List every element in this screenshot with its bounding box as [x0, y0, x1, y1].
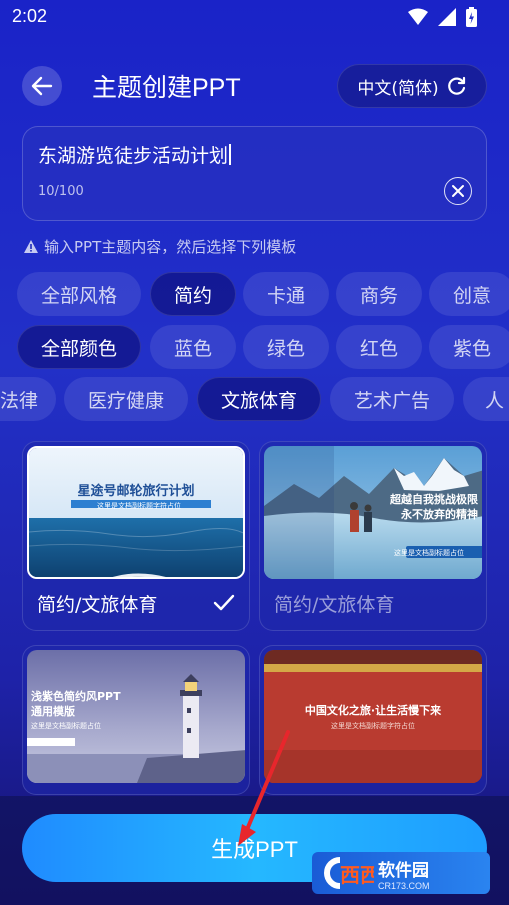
hint-text: 输入PPT主题内容，然后选择下列模板 — [44, 238, 297, 256]
clear-input-button[interactable] — [444, 177, 472, 205]
chip-label: 人 — [485, 389, 505, 412]
chip-art-ads[interactable]: 艺术广告 — [330, 377, 454, 421]
svg-text:西西: 西西 — [340, 863, 374, 887]
template-thumb-title-line2: 永不放弃的精神 — [401, 508, 478, 521]
template-thumb-subtitle: 这里是文档副标题字符占位 — [331, 722, 415, 730]
chip-label: 红色 — [359, 337, 398, 360]
chip-label: 文旅体育 — [220, 389, 297, 412]
signal-icon — [438, 8, 456, 26]
chip-creative[interactable]: 创意 — [429, 272, 509, 316]
chip-all-styles[interactable]: 全部风格 — [17, 272, 141, 316]
template-card-3[interactable]: 浅紫色简约风PPT 通用模版 这里是文档副标题占位 — [22, 645, 250, 795]
template-thumb-title-line1: 浅紫色简约风PPT — [31, 690, 121, 703]
template-thumbnail: 星途号邮轮旅行计划 这里是文档副标题字符占位 — [27, 446, 245, 579]
chip-label: 法律 — [0, 389, 38, 412]
char-count: 10/100 — [38, 184, 84, 199]
chip-purple[interactable]: 紫色 — [429, 325, 509, 369]
chip-label: 简约 — [173, 284, 212, 307]
chip-label: 绿色 — [266, 337, 305, 360]
chip-label: 全部风格 — [40, 284, 117, 307]
watermark-url: CR173.COM — [378, 880, 430, 891]
template-thumb-subtitle: 这里是文档副标题占位 — [394, 549, 464, 557]
template-thumb-subtitle: 这里是文档副标题字符占位 — [97, 502, 181, 510]
template-thumbnail: 中国文化之旅·让生活慢下来 这里是文档副标题字符占位 — [264, 650, 482, 783]
chip-label: 商务 — [359, 284, 398, 307]
cruise-sea-image — [29, 448, 243, 577]
status-bar: 2:02 — [0, 0, 509, 36]
input-hint: 输入PPT主题内容，然后选择下列模板 — [24, 236, 296, 257]
watermark-text: 软件园 CR173.COM — [378, 856, 430, 891]
chip-label: 蓝色 — [173, 337, 212, 360]
chip-more[interactable]: 人 — [463, 377, 509, 421]
chip-cartoon[interactable]: 卡通 — [243, 272, 329, 316]
battery-icon — [466, 7, 477, 27]
chip-travel-sports[interactable]: 文旅体育 — [197, 377, 321, 421]
chip-label: 创意 — [452, 284, 491, 307]
header: 主题创建PPT 中文(简体) — [0, 62, 509, 112]
topic-input[interactable]: 东湖游览徒步活动计划 — [38, 141, 232, 168]
chip-label: 医疗健康 — [87, 389, 164, 412]
back-button[interactable] — [22, 66, 62, 106]
chip-label: 艺术广告 — [353, 389, 430, 412]
generate-ppt-label: 生成PPT — [211, 837, 298, 862]
refresh-icon — [447, 76, 465, 95]
status-time: 2:02 — [12, 6, 48, 26]
wifi-icon — [408, 8, 428, 25]
arrow-left-icon — [31, 76, 53, 96]
template-thumb-title-line2: 通用模版 — [31, 705, 75, 718]
chip-label: 紫色 — [452, 337, 491, 360]
template-label: 简约/文旅体育 — [37, 594, 158, 616]
template-thumbnail: 超越自我挑战极限 永不放弃的精神 这里是文档副标题占位 — [264, 446, 482, 579]
chip-red[interactable]: 红色 — [336, 325, 422, 369]
text-caret — [229, 144, 232, 165]
language-label: 中文(简体) — [357, 78, 439, 99]
template-thumbnail: 浅紫色简约风PPT 通用模版 这里是文档副标题占位 — [27, 650, 245, 783]
chip-simple[interactable]: 简约 — [150, 272, 236, 316]
template-thumb-title: 星途号邮轮旅行计划 — [77, 484, 195, 499]
close-icon — [452, 185, 464, 197]
page-title: 主题创建PPT — [92, 74, 241, 102]
site-watermark: 西西 软件园 CR173.COM — [312, 852, 490, 894]
language-selector-button[interactable]: 中文(简体) — [337, 64, 487, 108]
template-card-1[interactable]: 星途号邮轮旅行计划 这里是文档副标题字符占位 简约/文旅体育 — [22, 441, 250, 631]
topic-input-value: 东湖游览徒步活动计划 — [38, 145, 229, 167]
chip-blue[interactable]: 蓝色 — [150, 325, 236, 369]
chip-business[interactable]: 商务 — [336, 272, 422, 316]
warning-icon — [24, 240, 38, 253]
chip-healthcare[interactable]: 医疗健康 — [64, 377, 188, 421]
chip-green[interactable]: 绿色 — [243, 325, 329, 369]
chip-label: 全部颜色 — [40, 337, 117, 360]
chip-law[interactable]: 法律 — [0, 377, 56, 421]
template-card-4[interactable]: 中国文化之旅·让生活慢下来 这里是文档副标题字符占位 — [259, 645, 487, 795]
watermark-logo-icon: 西西 — [324, 857, 380, 889]
template-card-2[interactable]: 超越自我挑战极限 永不放弃的精神 这里是文档副标题占位 简约/文旅体育 — [259, 441, 487, 631]
topic-input-box[interactable]: 东湖游览徒步活动计划 10/100 — [22, 126, 487, 221]
chip-label: 卡通 — [266, 284, 305, 307]
check-icon — [213, 594, 235, 611]
template-thumb-title-line1: 超越自我挑战极限 — [390, 493, 478, 506]
watermark-logo: 西西 — [312, 852, 380, 894]
color-filter-row: 全部颜色 蓝色 绿色 红色 紫色 — [0, 325, 509, 371]
template-label: 简约/文旅体育 — [274, 594, 395, 616]
category-filter-row: 法律 医疗健康 文旅体育 艺术广告 人 — [0, 377, 509, 423]
style-filter-row: 全部风格 简约 卡通 商务 创意 — [0, 272, 509, 318]
template-thumb-title: 中国文化之旅·让生活慢下来 — [304, 704, 442, 717]
watermark-main: 软件园 — [378, 860, 429, 881]
template-thumb-subtitle: 这里是文档副标题占位 — [31, 722, 101, 730]
chip-all-colors[interactable]: 全部颜色 — [17, 325, 141, 369]
status-icons — [408, 7, 477, 27]
